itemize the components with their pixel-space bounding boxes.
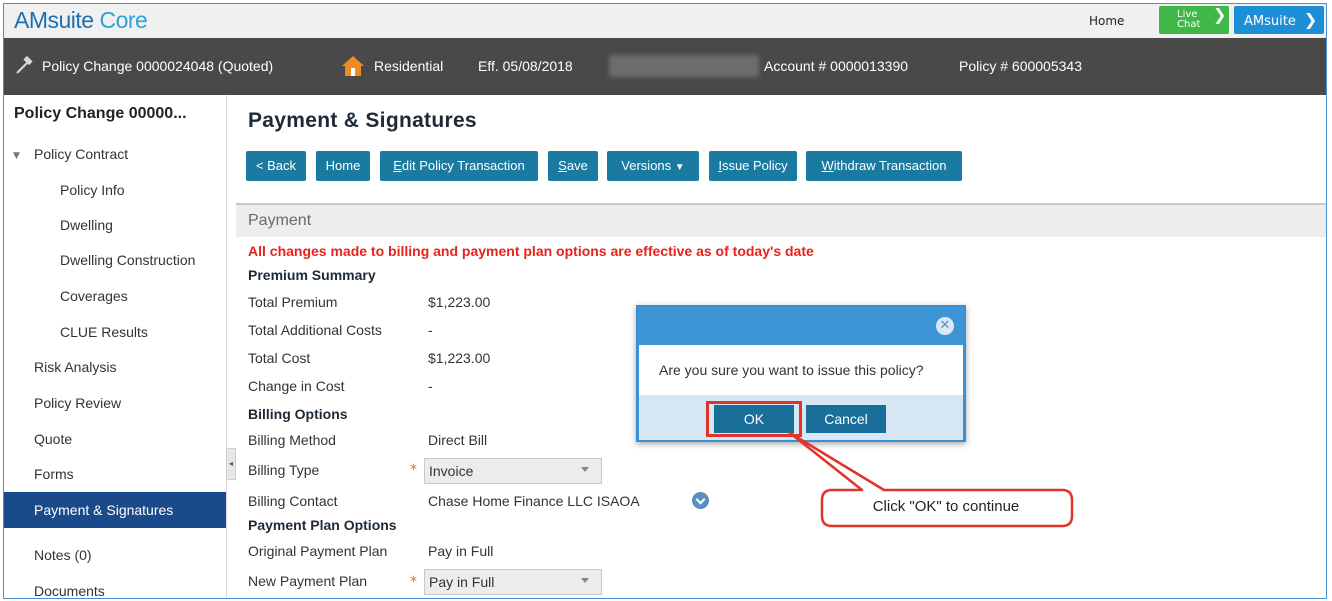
ok-highlight-box [706,401,802,437]
required-asterisk: * [410,574,417,590]
sidebar-item-coverages[interactable]: Coverages [60,288,128,304]
house-icon [342,56,364,76]
logo-sub: Core [99,7,148,33]
sidebar-item-payment-signatures[interactable]: Payment & Signatures [4,492,226,528]
original-payment-plan-label: Original Payment Plan [248,543,388,559]
billing-contact-label: Billing Contact [248,493,338,509]
account-number: Account # 0000013390 [764,58,909,74]
billing-method-value: Direct Bill [428,432,488,448]
change-in-cost-label: Change in Cost [248,378,345,394]
sidebar-item-policy-review[interactable]: Policy Review [34,395,121,411]
save-label: ave [566,158,588,173]
sidebar-item-documents[interactable]: Documents [34,583,105,598]
chevron-right-icon: ❯ [1213,5,1227,24]
sidebar-item-label: Payment & Signatures [34,502,174,518]
policy-header: Policy Change 0000024048 (Quoted) Reside… [4,38,1326,95]
edit-label: dit Policy Transaction [401,158,525,173]
policy-change-title: Policy Change 0000024048 (Quoted) [42,58,274,74]
versions-label: Versions [621,158,672,173]
cancel-button[interactable]: Cancel [806,405,886,433]
total-premium-label: Total Premium [248,294,338,310]
caret-down-icon: ▼ [674,162,685,173]
sidebar-item-notes[interactable]: Notes (0) [34,547,92,563]
line-of-business: Residential [374,58,444,74]
gavel-icon [16,56,33,74]
amsuite-button[interactable]: AMsuite ❯ [1234,6,1324,34]
logo-main: AMsuite [14,7,94,33]
top-bar: AMsuite Core Home Live Chat ❯ AMsuite ❯ [4,4,1326,39]
billing-contact-value: Chase Home Finance LLC ISAOA [428,493,640,509]
edit-policy-transaction-button[interactable]: Edit Policy Transaction [380,151,538,181]
sidebar-collapse-handle[interactable]: ◂ [226,448,236,480]
new-payment-plan-selected: Pay in Full [429,574,495,590]
sidebar-item-forms[interactable]: Forms [34,466,74,482]
callout-text: Click "OK" to continue [872,498,1020,515]
issue-label: ssue Policy [721,158,788,173]
home-button[interactable]: Home [316,151,370,181]
sidebar-item-dwelling-construction[interactable]: Dwelling Construction [60,252,195,268]
policy-number: Policy # 600005343 [959,58,1082,74]
payment-section-header: Payment [236,203,1326,237]
caret-down-icon [581,578,589,583]
live-chat-line2: Chat [1177,19,1201,30]
expand-contact-icon[interactable] [692,492,709,509]
issue-policy-button[interactable]: Issue Policy [709,151,797,181]
total-cost-value: $1,223.00 [428,350,491,366]
sidebar-item-policy-info[interactable]: Policy Info [60,182,125,198]
app-logo[interactable]: AMsuite Core [14,7,148,34]
total-additional-costs-value: - [428,322,433,338]
required-asterisk: * [410,462,417,478]
sidebar-group-policy-contract[interactable]: Policy Contract [34,146,128,162]
caret-down-icon[interactable]: ▼ [13,151,20,161]
sidebar-item-clue-results[interactable]: CLUE Results [60,324,148,340]
versions-dropdown-button[interactable]: Versions ▼ [607,151,699,181]
new-payment-plan-label: New Payment Plan [248,573,368,589]
redacted-name [609,55,759,77]
home-link[interactable]: Home [1089,14,1124,28]
billing-method-label: Billing Method [248,432,336,448]
original-payment-plan-value: Pay in Full [428,543,494,559]
withdraw-access-key: W [821,158,834,173]
save-access-key: S [558,158,567,173]
billing-type-select[interactable]: Invoice [424,458,602,484]
total-additional-costs-label: Total Additional Costs [248,322,382,338]
close-icon[interactable]: ✕ [936,317,954,335]
billing-type-selected: Invoice [429,463,474,479]
page-title: Payment & Signatures [248,109,477,132]
amsuite-button-label: AMsuite [1244,14,1296,29]
withdraw-transaction-button[interactable]: Withdraw Transaction [806,151,962,181]
new-payment-plan-select[interactable]: Pay in Full [424,569,602,595]
billing-change-notice: All changes made to billing and payment … [248,243,814,259]
effective-date: Eff. 05/08/2018 [478,58,573,74]
sidebar: Policy Change 00000... ▼ Policy Contract… [4,95,227,598]
edit-access-key: E [393,158,402,173]
section-title: Payment [248,212,312,229]
premium-summary-heading: Premium Summary [248,267,376,283]
app-window: AMsuite Core Home Live Chat ❯ AMsuite ❯ P… [3,3,1327,599]
payment-plan-heading: Payment Plan Options [248,517,397,533]
sidebar-item-risk-analysis[interactable]: Risk Analysis [34,359,116,375]
change-in-cost-value: - [428,378,433,394]
sidebar-item-dwelling[interactable]: Dwelling [60,217,113,233]
dialog-message: Are you sure you want to issue this poli… [659,362,924,378]
total-premium-value: $1,223.00 [428,294,491,310]
billing-options-heading: Billing Options [248,406,348,422]
live-chat-button[interactable]: Live Chat ❯ [1159,6,1229,34]
back-button[interactable]: < Back [246,151,306,181]
billing-type-label: Billing Type [248,462,320,478]
total-cost-label: Total Cost [248,350,311,366]
withdraw-label: ithdraw Transaction [833,158,947,173]
save-button[interactable]: Save [548,151,598,181]
dialog-body: Are you sure you want to issue this poli… [639,345,963,395]
chevron-right-icon: ❯ [1303,10,1318,29]
sidebar-item-quote[interactable]: Quote [34,431,72,447]
caret-down-icon [581,467,589,472]
sidebar-title: Policy Change 00000... [14,105,187,122]
